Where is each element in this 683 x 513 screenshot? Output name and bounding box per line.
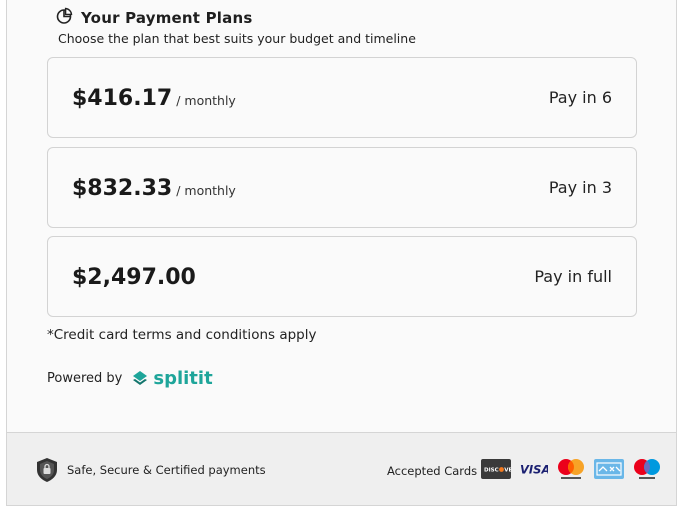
- plan-option-pay-in-full[interactable]: $2,497.00 Pay in full: [47, 236, 637, 317]
- powered-by-label: Powered by: [47, 370, 123, 386]
- secure-payments-text: Safe, Secure & Certified payments: [67, 463, 266, 477]
- plan-label: Pay in 6: [548, 88, 612, 107]
- maestro-card-icon: [631, 457, 663, 481]
- discover-card-icon: DISC VER: [481, 459, 511, 479]
- accepted-cards-label: Accepted Cards: [387, 464, 478, 478]
- plan-period: / monthly: [176, 93, 236, 108]
- footer-bar: Safe, Secure & Certified payments Accept…: [6, 432, 677, 506]
- mastercard-card-icon: [555, 457, 587, 481]
- page-title: Your Payment Plans: [81, 9, 253, 27]
- splitit-wordmark: splitit: [153, 367, 213, 389]
- plan-amount: $832.33/ monthly: [72, 176, 236, 201]
- visa-card-icon: VISA: [518, 459, 548, 479]
- svg-text:VER: VER: [504, 468, 511, 474]
- svg-text:DISC: DISC: [484, 468, 499, 474]
- plan-amount: $2,497.00: [72, 265, 196, 290]
- plan-label: Pay in full: [534, 267, 612, 286]
- secure-payments: Safe, Secure & Certified payments: [35, 457, 266, 483]
- payment-plans-header: Your Payment Plans: [55, 6, 252, 30]
- plan-period: / monthly: [176, 183, 236, 198]
- amex-card-icon: [594, 459, 624, 479]
- plan-option-pay-in-3[interactable]: $832.33/ monthly Pay in 3: [47, 147, 637, 228]
- plan-amount: $416.17/ monthly: [72, 86, 236, 111]
- accepted-cards: DISC VER VISA: [481, 457, 670, 481]
- plan-label: Pay in 3: [548, 178, 612, 197]
- shield-icon: [37, 458, 57, 482]
- terms-note: *Credit card terms and conditions apply: [47, 327, 317, 343]
- splitit-logo[interactable]: splitit: [130, 367, 213, 389]
- powered-by: Powered by splitit: [47, 367, 213, 389]
- page-subtitle: Choose the plan that best suits your bud…: [58, 31, 416, 46]
- splitit-icon: [133, 371, 148, 385]
- svg-text:VISA: VISA: [520, 463, 548, 477]
- pie-chart-icon: [55, 7, 81, 29]
- plan-option-pay-in-6[interactable]: $416.17/ monthly Pay in 6: [47, 57, 637, 138]
